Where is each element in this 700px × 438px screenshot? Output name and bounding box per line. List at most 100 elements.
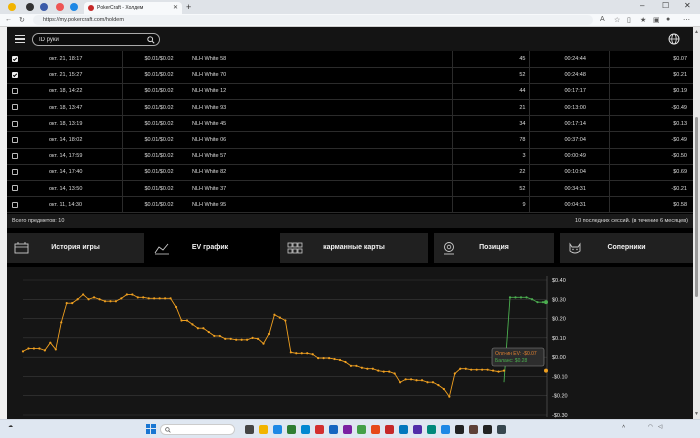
allin-ev-point[interactable]	[399, 381, 402, 384]
tab-favicon[interactable]	[26, 3, 34, 11]
taskbar-app-icon[interactable]	[315, 425, 324, 434]
allin-ev-point[interactable]	[71, 302, 74, 305]
active-browser-tab[interactable]: PokerCraft - Холдем ✕	[84, 2, 182, 14]
tab-ev-graph[interactable]: EV график	[147, 233, 273, 269]
allin-ev-point[interactable]	[38, 347, 41, 350]
allin-ev-point[interactable]	[120, 297, 123, 300]
allin-ev-point[interactable]	[377, 369, 380, 372]
allin-ev-point[interactable]	[164, 297, 167, 300]
scrollbar-thumb[interactable]	[695, 117, 698, 297]
allin-ev-point[interactable]	[355, 364, 358, 367]
allin-ev-point[interactable]	[393, 372, 396, 375]
row-checkbox-box[interactable]	[12, 169, 18, 176]
taskbar-app-icon[interactable]	[483, 425, 492, 434]
search-icon[interactable]	[147, 36, 155, 44]
balance-point[interactable]	[525, 296, 528, 299]
allin-ev-point[interactable]	[437, 384, 440, 387]
row-checkbox-box[interactable]	[12, 201, 18, 208]
row-checkbox[interactable]	[7, 83, 27, 101]
allin-ev-point[interactable]	[481, 368, 484, 371]
table-row[interactable]: окт. 21, 15:27 $0.01/$0.02 NLH White 70 52 0…	[7, 67, 693, 84]
allin-ev-point[interactable]	[131, 293, 134, 296]
maximize-icon[interactable]: ☐	[662, 1, 669, 10]
minimize-icon[interactable]: –	[640, 1, 644, 10]
tab-opponents[interactable]: Соперники	[560, 233, 693, 263]
balance-point[interactable]	[519, 296, 523, 299]
allin-ev-point[interactable]	[295, 352, 298, 355]
balance-point[interactable]	[536, 301, 539, 304]
table-row[interactable]: окт. 21, 18:17 $0.01/$0.02 NLH White 58 45 0…	[7, 51, 693, 68]
allin-ev-point[interactable]	[470, 368, 473, 371]
allin-ev-point[interactable]	[202, 327, 205, 330]
allin-ev-point[interactable]	[388, 370, 391, 373]
allin-ev-point[interactable]	[453, 372, 456, 375]
row-checkbox-box[interactable]	[12, 72, 18, 79]
row-checkbox[interactable]	[7, 164, 27, 182]
globe-icon[interactable]	[668, 33, 680, 45]
read-aloud-icon[interactable]: A	[600, 16, 605, 23]
allin-ev-point[interactable]	[333, 357, 336, 361]
page-scrollbar[interactable]: ▲ ▼	[693, 27, 700, 419]
allin-ev-point[interactable]	[349, 364, 353, 367]
reload-icon[interactable]: ↻	[19, 16, 25, 24]
volume-icon[interactable]: ◁	[658, 424, 662, 430]
balance-point[interactable]	[508, 296, 512, 299]
allin-ev-point[interactable]	[371, 367, 374, 370]
split-screen-icon[interactable]: ▯	[627, 16, 631, 24]
allin-ev-point[interactable]	[366, 367, 369, 370]
taskbar-app-icon[interactable]	[427, 425, 436, 434]
close-tab-icon[interactable]: ✕	[173, 4, 178, 11]
allin-ev-point[interactable]	[459, 367, 462, 370]
allin-ev-point[interactable]	[360, 366, 363, 369]
tab-position[interactable]: Позиция	[434, 233, 554, 263]
table-row[interactable]: окт. 14, 13:50 $0.01/$0.02 NLH White 37 52 0…	[7, 180, 693, 198]
taskbar-search[interactable]	[160, 424, 235, 435]
allin-ev-point[interactable]	[267, 332, 271, 336]
allin-ev-point[interactable]	[174, 305, 178, 309]
allin-ev-point[interactable]	[153, 297, 156, 300]
collections-icon[interactable]: ▣	[653, 16, 660, 24]
hand-id-search[interactable]	[32, 33, 160, 46]
balance-point[interactable]	[530, 298, 534, 301]
table-row[interactable]: окт. 18, 13:19 $0.01/$0.02 NLH White 45 34 0…	[7, 115, 693, 133]
allin-ev-point[interactable]	[246, 338, 249, 341]
allin-ev-point[interactable]	[125, 293, 128, 296]
allin-ev-point[interactable]	[213, 334, 216, 338]
taskbar-app-icon[interactable]	[399, 425, 408, 434]
close-window-icon[interactable]: ✕	[684, 1, 691, 10]
row-checkbox-box[interactable]	[12, 152, 18, 159]
allin-ev-point[interactable]	[486, 368, 489, 371]
allin-ev-point[interactable]	[103, 300, 107, 303]
allin-ev-point[interactable]	[196, 327, 200, 330]
allin-ev-point[interactable]	[147, 297, 150, 300]
row-checkbox[interactable]	[7, 115, 27, 133]
table-row[interactable]: окт. 14, 18:02 $0.01/$0.02 NLH White 06 78 0…	[7, 131, 693, 149]
taskbar-app-icon[interactable]	[273, 425, 282, 434]
balance-end-marker[interactable]	[544, 300, 548, 305]
tab-favicon[interactable]	[56, 3, 64, 11]
more-icon[interactable]: ⋯	[683, 16, 690, 24]
taskbar-app-icon[interactable]	[357, 425, 366, 434]
weather-widget[interactable]: ☁	[8, 423, 13, 429]
taskbar-app-icon[interactable]	[287, 425, 296, 434]
allin-ev-point[interactable]	[502, 369, 506, 372]
balance-point[interactable]	[541, 301, 545, 304]
row-checkbox-box[interactable]	[12, 88, 18, 95]
table-row[interactable]: окт. 14, 17:59 $0.01/$0.02 NLH White 57 3 00…	[7, 148, 693, 165]
allin-ev-point[interactable]	[218, 334, 221, 338]
taskbar-app-icon[interactable]	[441, 425, 450, 434]
tab-favicon[interactable]	[70, 3, 78, 11]
hamburger-menu-icon[interactable]	[15, 35, 25, 43]
allin-ev-point[interactable]	[338, 358, 342, 362]
favorites-icon[interactable]: ★	[640, 16, 646, 24]
allin-ev-point[interactable]	[289, 351, 292, 354]
allin-ev-point[interactable]	[92, 296, 96, 299]
favorite-icon[interactable]: ☆	[614, 16, 620, 24]
taskbar-app-icon[interactable]	[385, 425, 394, 434]
allin-ev-point[interactable]	[229, 337, 232, 340]
allin-ev-point[interactable]	[262, 342, 265, 345]
url-field[interactable]: https://my.pokercraft.com/holdem	[33, 15, 593, 25]
row-checkbox-box[interactable]	[12, 120, 18, 127]
allin-ev-point[interactable]	[60, 321, 63, 324]
row-checkbox[interactable]	[7, 131, 27, 149]
